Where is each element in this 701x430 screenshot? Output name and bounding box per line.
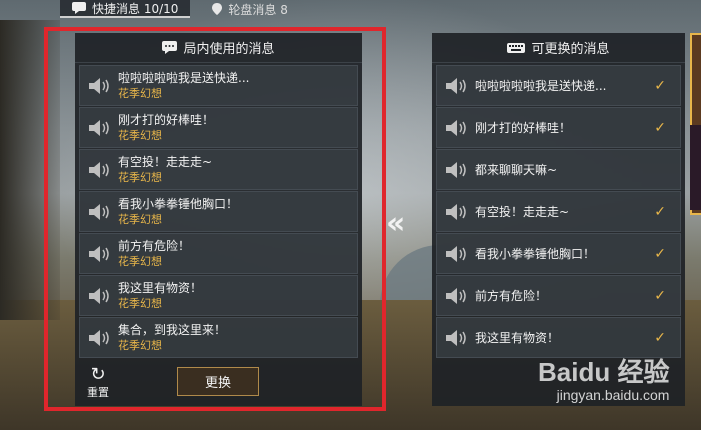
speaker-icon [446,287,466,304]
speaker-icon [446,77,466,94]
right-panel-header: 可更换的消息 [432,33,685,63]
check-icon: ✓ [654,288,666,304]
speaker-icon [446,329,466,346]
character-portrait-shadow [690,125,701,210]
chat-bubble-icon [72,2,86,14]
speaker-icon [446,245,466,262]
list-item[interactable]: 前方有危险！ ✓ [436,275,681,316]
list-item[interactable]: 刚才打的好棒哇！ ✓ [436,107,681,148]
speaker-icon [446,119,466,136]
watermark-logo: Baidu 经验 [538,357,670,387]
speaker-icon [446,203,466,220]
transfer-arrows[interactable]: « [386,206,405,241]
message-text: 看我小拳拳锤他胸口！ [475,247,596,261]
check-icon: ✓ [654,120,666,136]
tab-quick-messages-label: 快捷消息 10/10 [92,1,179,16]
location-pin-icon [212,3,223,15]
watermark-site: jingyan.baidu.com [556,387,670,403]
tab-wheel-messages-label: 轮盘消息 8 [228,2,288,17]
check-icon: ✓ [654,204,666,220]
watermark: Baidu 经验 jingyan.baidu.com [538,352,669,403]
replaceable-message-list: 啦啦啦啦啦我是送快递... ✓ 刚才打的好棒哇！ ✓ 都来聊聊天嘛~ 有空投！走… [432,63,685,358]
speaker-icon [446,161,466,178]
replaceable-messages-panel: 可更换的消息 啦啦啦啦啦我是送快递... ✓ 刚才打的好棒哇！ ✓ 都来聊聊天嘛… [432,33,685,406]
message-text: 有空投！走走走~ [475,205,570,219]
message-text: 都来聊聊天嘛~ [475,163,558,177]
message-text: 我这里有物资！ [475,331,560,345]
message-text: 刚才打的好棒哇！ [475,121,572,135]
list-item[interactable]: 有空投！走走走~ ✓ [436,191,681,232]
list-item[interactable]: 都来聊聊天嘛~ [436,149,681,190]
top-tab-bar: 快捷消息 10/10 轮盘消息 8 [60,0,300,18]
keyboard-icon [507,42,526,53]
message-text: 啦啦啦啦啦我是送快递... [475,79,607,93]
message-text: 前方有危险！ [475,289,548,303]
check-icon: ✓ [654,330,666,346]
list-item[interactable]: 啦啦啦啦啦我是送快递... ✓ [436,65,681,106]
tab-quick-messages[interactable]: 快捷消息 10/10 [60,0,191,18]
check-icon: ✓ [654,78,666,94]
list-item[interactable]: 看我小拳拳锤他胸口！ ✓ [436,233,681,274]
tab-wheel-messages[interactable]: 轮盘消息 8 [200,0,299,18]
check-icon: ✓ [654,246,666,262]
highlight-frame [44,27,386,411]
right-panel-title: 可更换的消息 [531,42,610,57]
